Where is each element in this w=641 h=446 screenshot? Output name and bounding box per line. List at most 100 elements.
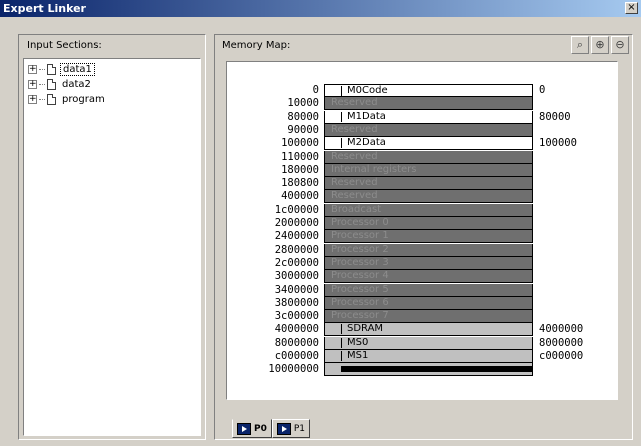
memory-segment[interactable]: M1Data (324, 110, 533, 124)
memory-segment[interactable]: Reserved (324, 123, 533, 137)
memory-segment-row[interactable]: 180000 Internal registers (227, 163, 619, 177)
memory-segment[interactable]: Processor 7 (324, 310, 533, 324)
memory-segment-row[interactable]: 3c00000 Processor 7 (227, 310, 619, 324)
memory-segment[interactable]: Processor 2 (324, 243, 533, 257)
tree-item-data2[interactable]: + data2 (28, 77, 93, 91)
zoom-fit-icon[interactable]: ⌕ (571, 36, 589, 54)
start-address: 0 (312, 84, 319, 96)
segment-marker (341, 138, 342, 149)
input-sections-tree[interactable]: + data1 + data2 + program (23, 58, 201, 436)
close-button[interactable]: × (625, 2, 638, 14)
memory-segment[interactable]: Reserved (324, 97, 533, 111)
tree-item-data1[interactable]: + data1 (28, 62, 95, 76)
input-sections-label: Input Sections: (27, 40, 102, 51)
tab-p1[interactable]: P1 (271, 419, 311, 438)
segment-address: 100000 (539, 137, 577, 150)
segment-name: Processor 1 (331, 230, 389, 242)
memory-segment-row[interactable]: 110000 Reserved (227, 150, 619, 164)
memory-map-label: Memory Map: (222, 40, 291, 51)
tab-label: P0 (254, 423, 267, 434)
segment-address: 8000000 (539, 336, 584, 349)
memory-segment[interactable]: Reserved (324, 177, 533, 191)
memory-segment-row[interactable]: 2800000 Processor 2 (227, 243, 619, 257)
expand-icon[interactable]: + (28, 79, 37, 89)
memory-segment[interactable]: Processor 5 (324, 283, 533, 297)
start-address: 8000000 (274, 336, 319, 349)
memory-segment-row[interactable]: 2000000 Processor 0 (227, 217, 619, 230)
memory-segment-row[interactable]: 400000 Reserved (227, 190, 619, 204)
processor-icon (276, 422, 291, 435)
segment-name: Internal registers (331, 163, 417, 175)
segment-name: Broadcast (331, 203, 382, 215)
memory-segment[interactable]: Processor 0 (324, 217, 533, 230)
tree-connector (39, 83, 45, 85)
segment-name: Processor 6 (331, 296, 389, 308)
memory-segment[interactable]: SDRAM (324, 323, 533, 337)
memory-segment-row[interactable]: 3400000 Processor 5 (227, 283, 619, 297)
memory-segment[interactable]: MS1 (324, 350, 533, 363)
segment-name: M2Data (347, 137, 386, 149)
memory-segment-row[interactable]: 80000 M1Data 80000 (227, 110, 619, 124)
tree-item-program[interactable]: + program (28, 92, 107, 106)
start-address: 2800000 (274, 243, 319, 256)
start-address: 180800 (281, 177, 319, 190)
memory-segment-row[interactable]: 3000000 Processor 4 (227, 270, 619, 284)
memory-segment-row[interactable]: 0 M0Code 0 (227, 84, 619, 97)
start-address: c000000 (274, 350, 319, 362)
memory-segment[interactable]: MS0 (324, 336, 533, 350)
zoom-out-icon[interactable]: ⊖ (611, 36, 629, 54)
segment-name: Reserved (331, 97, 378, 109)
segment-marker (341, 324, 342, 335)
document-icon (47, 93, 56, 105)
memory-segment[interactable] (324, 363, 533, 377)
memory-segment-row[interactable]: c000000 MS1 c000000 (227, 350, 619, 363)
segment-name: SDRAM (347, 323, 384, 335)
start-address: 3800000 (274, 296, 319, 309)
memory-segment-row[interactable]: 8000000 MS0 8000000 (227, 336, 619, 350)
memory-segment[interactable]: Processor 1 (324, 230, 533, 244)
memory-segment-row[interactable]: 10000000 (227, 363, 619, 377)
tree-connector (39, 68, 45, 70)
memory-segment[interactable]: Processor 6 (324, 296, 533, 310)
memory-segment-row[interactable]: 2400000 Processor 1 (227, 230, 619, 244)
memory-segment[interactable]: Reserved (324, 190, 533, 204)
segment-name: M0Code (347, 85, 388, 96)
memory-segment[interactable]: Broadcast (324, 203, 533, 217)
tree-item-label: data1 (60, 62, 95, 76)
segment-address: 4000000 (539, 323, 584, 336)
start-address: 4000000 (274, 323, 319, 336)
memory-segment-row[interactable]: 2c00000 Processor 3 (227, 256, 619, 270)
memory-segment-row[interactable]: 10000 Reserved (227, 97, 619, 111)
memory-segment-row[interactable]: 90000 Reserved (227, 123, 619, 137)
memory-segment[interactable]: Internal registers (324, 163, 533, 177)
memory-segment-row[interactable]: 1c00000 Broadcast (227, 203, 619, 217)
start-address: 400000 (281, 190, 319, 203)
expand-icon[interactable]: + (28, 94, 37, 104)
memory-segment[interactable]: Processor 4 (324, 270, 533, 284)
memory-segment-row[interactable]: 180800 Reserved (227, 177, 619, 191)
segment-name: MS1 (347, 350, 369, 361)
start-address: 2000000 (274, 217, 319, 229)
tab-label: P1 (293, 423, 306, 434)
start-address: 3000000 (274, 270, 319, 283)
memory-segment-row[interactable]: 4000000 SDRAM 4000000 (227, 323, 619, 337)
zoom-in-icon[interactable]: ⊕ (591, 36, 609, 54)
zoom-toolbar: ⌕ ⊕ ⊖ (571, 36, 629, 54)
memory-segment-row[interactable]: 3800000 Processor 6 (227, 296, 619, 310)
segment-name: Processor 0 (331, 217, 389, 228)
segment-name: Processor 3 (331, 256, 389, 268)
memory-segment[interactable]: M0Code (324, 84, 533, 97)
memory-segment[interactable]: M2Data (324, 137, 533, 151)
memory-map-canvas[interactable]: 0 M0Code 0 10000 Reserved 80000 M1Data 80000 900… (226, 61, 618, 400)
segment-name: Reserved (331, 190, 378, 202)
memory-segment[interactable]: Reserved (324, 150, 533, 164)
start-address: 180000 (281, 163, 319, 176)
processor-icon (237, 422, 251, 435)
expand-icon[interactable]: + (28, 64, 37, 74)
tab-p0[interactable]: P0 (232, 419, 272, 438)
memory-segment-row[interactable]: 100000 M2Data 100000 (227, 137, 619, 151)
segment-marker (341, 337, 342, 348)
segment-name: M1Data (347, 110, 386, 122)
memory-segment[interactable]: Processor 3 (324, 256, 533, 270)
processor-tabs: P0 P1 (232, 419, 311, 438)
